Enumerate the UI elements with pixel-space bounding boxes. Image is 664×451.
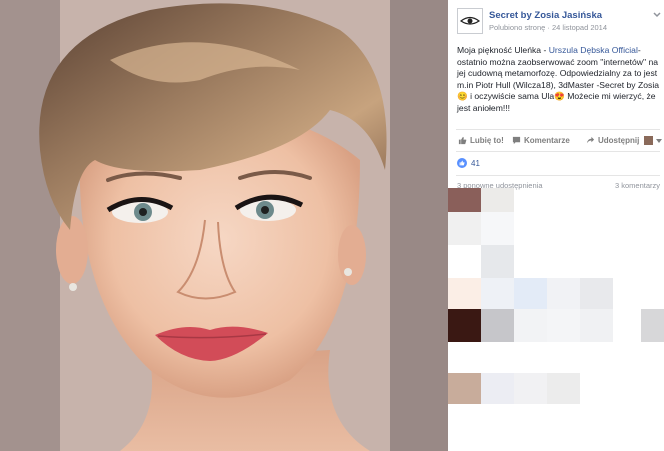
page-name-link[interactable]: Secret by Zosia Jasińska: [489, 10, 602, 21]
emoji-heart-eyes: 😍: [554, 91, 565, 101]
comment-button[interactable]: Komentarze: [512, 136, 570, 145]
post-text-part: Moja piękność Uleńka -: [457, 45, 549, 55]
divider: [456, 175, 660, 176]
eye-logo-icon: [460, 16, 480, 25]
divider: [456, 129, 660, 130]
caret-down-icon: [656, 138, 662, 143]
thumbs-up-icon: [458, 136, 467, 145]
comment-icon: [512, 136, 521, 145]
like-label: Lubię to!: [470, 136, 504, 145]
post-text: Moja piękność Uleńka - Urszula Dębska Of…: [457, 45, 660, 114]
like-button[interactable]: Lubię to!: [458, 136, 504, 145]
user-avatar-mini: [644, 136, 653, 145]
post-meta: Polubiono stronę · 24 listopad 2014: [489, 23, 607, 32]
emoji-smile: 😊: [457, 91, 468, 101]
share-label: Udostępnij: [598, 136, 640, 145]
portrait-image: [0, 0, 448, 451]
comment-label: Komentarze: [524, 136, 570, 145]
likes-count: 41: [471, 158, 480, 168]
like-reaction-icon: [457, 158, 467, 168]
post-header: Secret by Zosia Jasińska Polubiono stron…: [457, 8, 662, 38]
likes-summary[interactable]: 41: [457, 157, 480, 169]
post-panel: Secret by Zosia Jasińska Polubiono stron…: [448, 0, 664, 451]
post-actions: Lubię to! Komentarze Udostępnij: [456, 134, 662, 150]
post-date[interactable]: 24 listopad 2014: [552, 23, 607, 32]
post-as-selector[interactable]: [644, 136, 662, 145]
liked-page-label: Polubiono stronę: [489, 23, 546, 32]
share-button[interactable]: Udostępnij: [586, 136, 639, 145]
chevron-down-icon[interactable]: [652, 10, 662, 20]
post-photo[interactable]: [0, 0, 448, 451]
page-avatar[interactable]: [457, 8, 483, 34]
share-icon: [586, 136, 595, 144]
divider: [456, 151, 660, 152]
post-text-part: i oczywiście sama Ula: [467, 91, 555, 101]
mention-link[interactable]: Urszula Dębska Official: [549, 45, 638, 55]
comments-mosaic-blur: [448, 188, 664, 451]
